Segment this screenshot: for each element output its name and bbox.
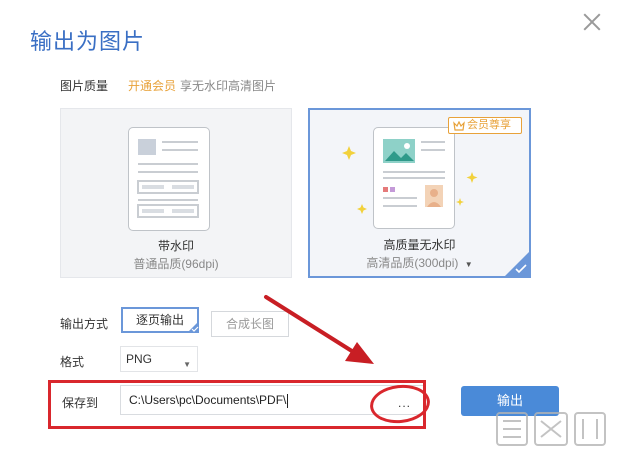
- quality-option-watermark[interactable]: 带水印 普通品质(96dpi): [60, 108, 292, 278]
- watermark-option-subtitle: 普通品质(96dpi): [133, 257, 219, 271]
- close-icon[interactable]: [580, 10, 604, 34]
- vip-hint: 享无水印高清图片: [180, 79, 277, 93]
- hd-doc-preview-icon: [373, 127, 455, 229]
- format-label: 格式: [60, 355, 85, 369]
- output-per-page-button[interactable]: 逐页输出: [121, 307, 199, 333]
- output-long-image-button[interactable]: 合成长图: [211, 311, 289, 337]
- watermark-option-title: 带水印: [157, 239, 194, 253]
- hd-option-subtitle[interactable]: 高清品质(300dpi) ▼: [310, 254, 529, 271]
- format-value: PNG: [126, 352, 153, 366]
- site-watermark-logo-icon: [496, 412, 606, 446]
- output-mode-label: 输出方式: [60, 317, 109, 331]
- dpi-dropdown-caret-icon[interactable]: ▼: [465, 260, 473, 269]
- quality-option-hd[interactable]: 会员尊享 高质量无水印 高清品质(300dpi) ▼: [308, 108, 531, 278]
- quality-label: 图片质量: [60, 79, 109, 93]
- vip-badge-label: 会员尊享: [467, 119, 511, 131]
- crown-icon: [453, 121, 465, 131]
- hd-option-subtitle-text: 高清品质(300dpi): [366, 256, 459, 270]
- selected-corner-check-icon: [187, 321, 199, 333]
- vip-badge: 会员尊享: [448, 117, 522, 134]
- vip-link[interactable]: 开通会员: [128, 77, 176, 94]
- watermark-doc-preview-icon: [128, 127, 210, 231]
- format-select[interactable]: PNG ▼: [120, 346, 198, 372]
- chevron-down-icon: ▼: [183, 360, 191, 369]
- checkmark-icon: [515, 264, 527, 274]
- hd-option-title: 高质量无水印: [383, 238, 456, 252]
- output-per-page-label: 逐页输出: [135, 313, 184, 327]
- dialog-title: 输出为图片: [30, 29, 146, 54]
